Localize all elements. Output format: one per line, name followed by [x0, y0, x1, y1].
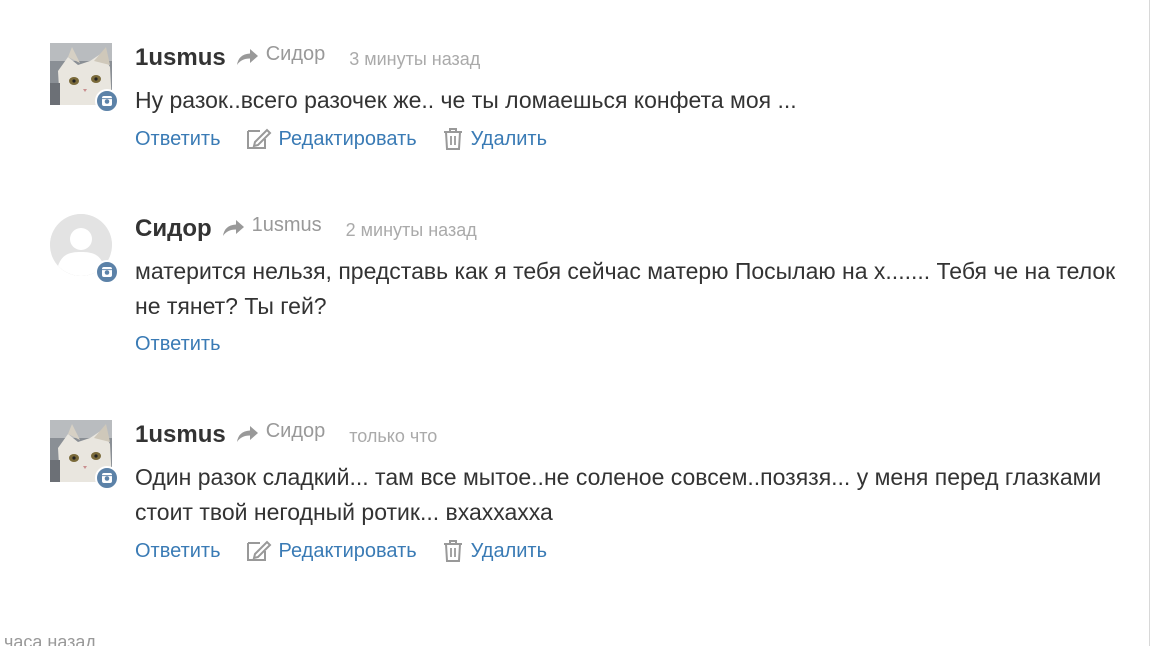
- share-arrow-icon: [236, 48, 258, 65]
- comment-body: 1usmus Сидор только что Один разок сладк…: [135, 420, 1130, 563]
- comments-page: 1usmus Сидор 3 минуты назад Ну разок..вс…: [0, 0, 1152, 646]
- reply-to-name: Сидор: [265, 420, 326, 442]
- share-arrow-icon: [236, 425, 258, 442]
- instagram-icon: [102, 96, 112, 106]
- edit-pencil-icon: [246, 540, 271, 561]
- comment-author[interactable]: 1usmus: [135, 421, 226, 449]
- instagram-badge: [95, 260, 119, 284]
- comment-text: матерится нельзя, представь как я тебя с…: [135, 258, 1116, 319]
- reply-to[interactable]: Сидор: [236, 420, 326, 443]
- comment-time[interactable]: 2 минуты назад: [346, 220, 477, 241]
- reply-to-name: 1usmus: [251, 214, 322, 236]
- comment-author[interactable]: 1usmus: [135, 44, 226, 72]
- reply-label: Ответить: [135, 127, 221, 150]
- trash-icon: [443, 540, 462, 562]
- edit-button[interactable]: Редактировать: [245, 539, 417, 563]
- comment-author[interactable]: Сидор: [135, 215, 212, 243]
- avatar[interactable]: [50, 420, 119, 490]
- avatar[interactable]: [50, 214, 119, 284]
- instagram-badge: [95, 466, 119, 490]
- share-arrow-icon: [222, 219, 244, 236]
- trash-icon: [443, 128, 462, 150]
- edit-pencil-icon: [246, 128, 271, 149]
- instagram-icon: [102, 473, 112, 483]
- reply-label: Ответить: [135, 539, 221, 562]
- instagram-badge: [95, 89, 119, 113]
- comment-text: Один разок сладкий... там все мытое..не …: [135, 464, 1102, 525]
- page-border: [1149, 0, 1150, 646]
- delete-label: Удалить: [470, 127, 548, 150]
- reply-button[interactable]: Ответить: [135, 540, 221, 563]
- instagram-icon: [102, 267, 112, 277]
- delete-button[interactable]: Удалить: [441, 539, 547, 563]
- cut-off-timestamp: часа назад: [4, 632, 96, 646]
- avatar[interactable]: [50, 43, 119, 113]
- reply-to[interactable]: 1usmus: [222, 214, 322, 237]
- comment-text: Ну разок..всего разочек же.. че ты ломае…: [135, 87, 797, 113]
- comment-meta: Сидор 1usmus 2 минуты назад: [135, 214, 1130, 244]
- comment-actions: Ответить Редактировать Удалить: [135, 539, 1130, 563]
- delete-button[interactable]: Удалить: [441, 127, 547, 151]
- comment-body: 1usmus Сидор 3 минуты назад Ну разок..вс…: [135, 43, 1130, 151]
- reply-button[interactable]: Ответить: [135, 128, 221, 151]
- comment-meta: 1usmus Сидор только что: [135, 420, 1130, 450]
- edit-label: Редактировать: [278, 539, 417, 562]
- comment-time[interactable]: 3 минуты назад: [349, 49, 480, 70]
- comment-meta: 1usmus Сидор 3 минуты назад: [135, 43, 1130, 73]
- reply-button[interactable]: Ответить: [135, 333, 221, 356]
- comment-body: Сидор 1usmus 2 минуты назад матерится не…: [135, 214, 1130, 356]
- edit-label: Редактировать: [278, 127, 417, 150]
- delete-label: Удалить: [470, 539, 548, 562]
- comment-actions: Ответить: [135, 333, 1130, 356]
- comment-actions: Ответить Редактировать Удалить: [135, 127, 1130, 151]
- edit-button[interactable]: Редактировать: [245, 127, 417, 151]
- reply-to-name: Сидор: [265, 43, 326, 65]
- comment-time[interactable]: только что: [349, 426, 437, 447]
- reply-to[interactable]: Сидор: [236, 43, 326, 66]
- reply-label: Ответить: [135, 333, 221, 355]
